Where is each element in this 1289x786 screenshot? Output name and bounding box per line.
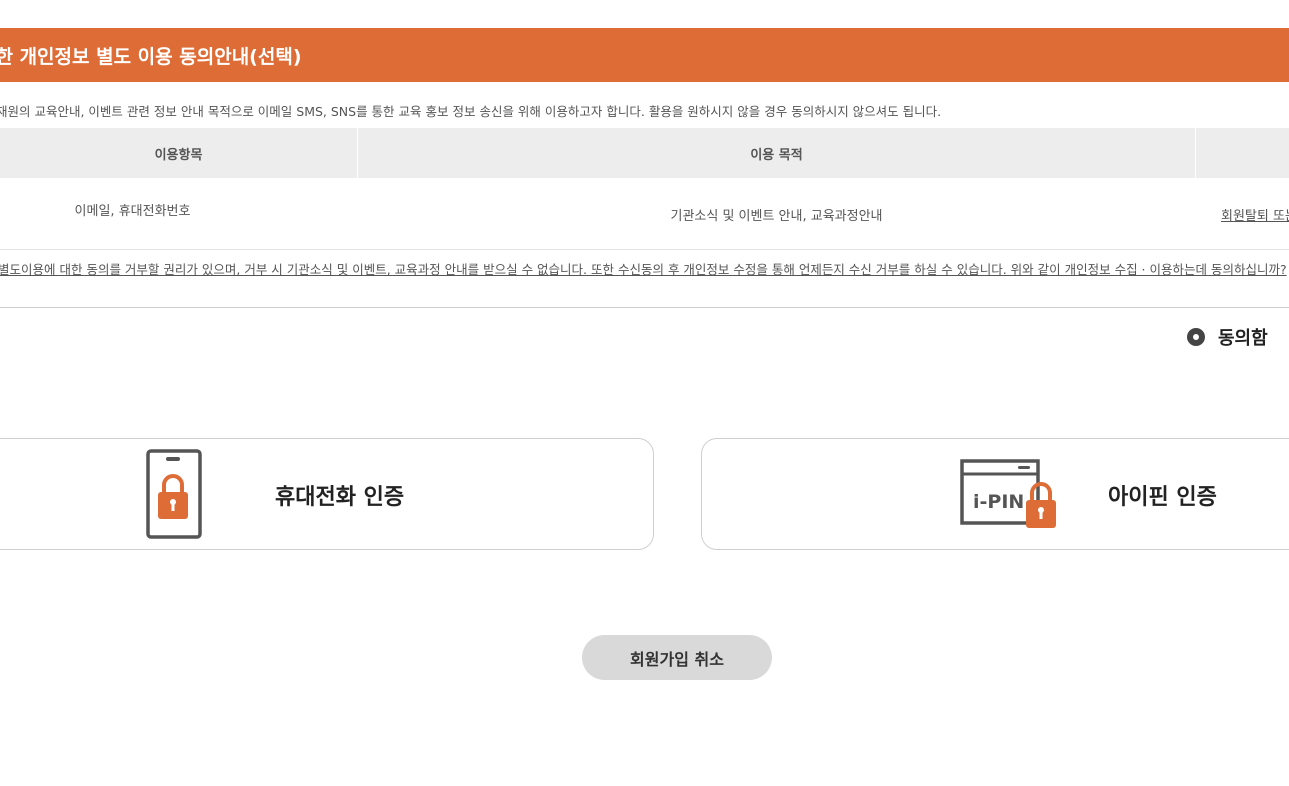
radio-selected-icon[interactable] — [1187, 328, 1205, 346]
ipin-verification-label: 아이핀 인증 — [1108, 485, 1217, 510]
section-title: 대한 개인정보 별도 이용 동의안내(선택) — [0, 45, 302, 68]
ipin-lock-icon: i-PIN — [960, 459, 1062, 535]
agree-label: 동의함 — [1218, 328, 1268, 349]
phone-verification-button[interactable]: 휴대전화 인증 — [0, 438, 654, 550]
phone-lock-icon — [146, 449, 204, 545]
cell-retention-period: 회원탈퇴 또는 — [1221, 209, 1289, 224]
consent-intro-text: 재원의 교육안내, 이벤트 관련 정보 안내 목적으로 이메일 SMS, SNS… — [0, 104, 942, 119]
ipin-icon-text: i-PIN — [973, 491, 1024, 513]
column-retention — [1196, 128, 1289, 178]
column-usage-purpose: 이용 목적 — [358, 128, 1196, 178]
column-usage-items: 이용항목 — [0, 128, 358, 178]
cancel-signup-button[interactable]: 회원가입 취소 — [582, 635, 772, 680]
cell-usage-purpose: 기관소식 및 이벤트 안내, 교육과정안내 — [670, 209, 883, 224]
cell-usage-items: 이메일, 휴대전화번호 — [74, 204, 191, 219]
phone-verification-label: 휴대전화 인증 — [275, 485, 405, 510]
agree-radio-option[interactable]: 동의함 — [1187, 324, 1268, 350]
usage-table-header: 이용항목 이용 목적 — [0, 128, 1289, 178]
consent-notice-text: 별도이용에 대한 동의를 거부할 권리가 있으며, 거부 시 기관소식 및 이벤… — [0, 262, 1287, 277]
ipin-verification-button[interactable]: i-PIN 아이핀 인증 — [701, 438, 1289, 550]
consent-section-header: 대한 개인정보 별도 이용 동의안내(선택) — [0, 28, 1289, 82]
divider — [0, 307, 1289, 308]
table-row: 이메일, 휴대전화번호 기관소식 및 이벤트 안내, 교육과정안내 회원탈퇴 또… — [0, 178, 1289, 250]
